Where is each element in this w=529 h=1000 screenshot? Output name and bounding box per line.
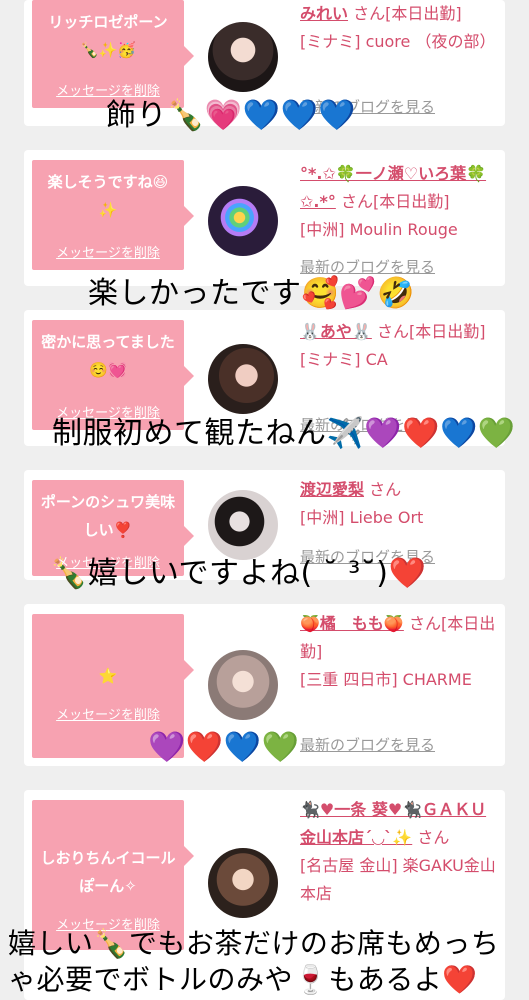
message-text: しおりちんイコールぽーん✧ xyxy=(40,849,176,895)
shop-name: [ミナミ] cuore （夜の部） xyxy=(300,32,496,51)
shop-name: [名古屋 金山] 楽GAKU金山本店 xyxy=(300,856,496,903)
shop-name: [中洲] Moulin Rouge xyxy=(300,220,458,239)
cast-suffix: さん xyxy=(417,828,450,847)
message-text: ポーンのシュワ美味しい❣️ xyxy=(40,493,176,539)
cast-info: °*.✩🍀一ノ瀬♡いろ葉🍀✩.*° さん[本日出勤] [中洲] Moulin R… xyxy=(300,160,500,244)
message-text: 楽しそうですね😆✨ xyxy=(47,173,169,219)
shop-name: [ミナミ] CA xyxy=(300,350,388,369)
blog-link[interactable]: 最新のブログを見る xyxy=(300,734,435,755)
cast-info: 🍑橘 もも🍑 さん[本日出勤] [三重 四日市] CHARME xyxy=(300,610,500,694)
overlay-caption: 💜❤️💙💚 xyxy=(148,730,300,765)
avatar[interactable] xyxy=(208,186,278,256)
overlay-caption: 飾り🍾💗💙💙💙 xyxy=(106,98,357,133)
avatar[interactable] xyxy=(208,344,278,414)
shop-name: [中洲] Liebe Ort xyxy=(300,508,424,527)
shop-name: [三重 四日市] CHARME xyxy=(300,670,472,689)
overlay-caption: 楽しかったです🥰💕🤣 xyxy=(88,276,416,311)
cast-suffix: さん[本日出勤] xyxy=(340,192,450,211)
message-text: リッチロゼポーン🍾✨🥳 xyxy=(48,13,168,59)
cast-name-link[interactable]: 🐰あや🐰 xyxy=(300,322,372,341)
cast-info: 🐰あや🐰 さん[本日出勤] [ミナミ] CA xyxy=(300,318,500,374)
message-card: 楽しそうですね😆✨ メッセージを削除 °*.✩🍀一ノ瀬♡いろ葉🍀✩.*° さん[… xyxy=(24,150,505,286)
cast-name-link[interactable]: 渡辺愛梨 xyxy=(300,480,364,499)
cast-info: 🐈‍⬛♥一条 葵♥🐈‍⬛ＧＡＫＵ金山本店´◡`✨ さん [名古屋 金山] 楽GA… xyxy=(300,796,500,908)
overlay-caption: 🍾嬉しいですよね( ˘ ³˘)❤️ xyxy=(50,556,427,591)
cast-name-link[interactable]: 🐈‍⬛♥一条 葵♥🐈‍⬛ＧＡＫＵ金山本店´◡`✨ xyxy=(300,800,486,847)
overlay-caption: 制服初めて観たねん✈️💜❤️💙💚 xyxy=(52,416,516,451)
avatar[interactable] xyxy=(208,650,278,720)
avatar[interactable] xyxy=(208,848,278,918)
message-text: ⭐ xyxy=(98,667,118,685)
cast-suffix: さん[本日出勤] xyxy=(353,4,462,23)
cast-suffix: さん xyxy=(369,480,402,499)
message-bubble: 楽しそうですね😆✨ メッセージを削除 xyxy=(32,160,194,270)
cast-name-link[interactable]: みれい xyxy=(300,4,348,23)
delete-message-link[interactable]: メッセージを削除 xyxy=(32,704,184,723)
message-text: 密かに思ってました☺️💓 xyxy=(41,333,175,379)
cast-suffix: さん[本日出勤] xyxy=(376,322,486,341)
cast-info: みれい さん[本日出勤] [ミナミ] cuore （夜の部） xyxy=(300,0,500,56)
cast-name-link[interactable]: 🍑橘 もも🍑 xyxy=(300,614,404,633)
overlay-caption: ゃ必要でボトルのみや🍷もあるよ❤️ xyxy=(8,963,478,996)
cast-info: 渡辺愛梨 さん [中洲] Liebe Ort xyxy=(300,476,500,532)
avatar[interactable] xyxy=(208,22,278,92)
overlay-caption: 嬉しい🍾でもお茶だけのお席もめっち xyxy=(8,927,500,960)
delete-message-link[interactable]: メッセージを削除 xyxy=(32,242,184,261)
